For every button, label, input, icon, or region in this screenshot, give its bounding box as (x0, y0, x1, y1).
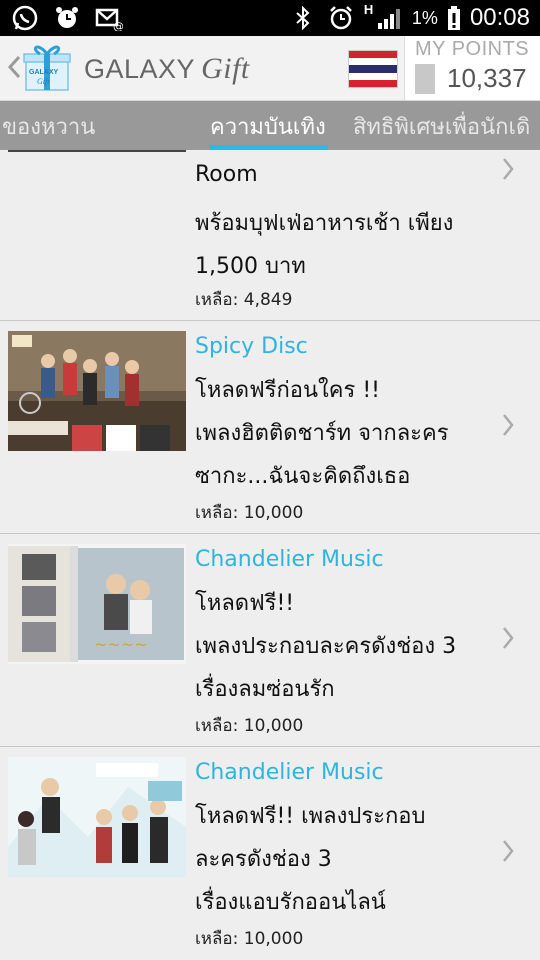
item-desc-line: 1,500 บาท (195, 254, 306, 279)
item-desc-line: เพลงประกอบละครดังช่อง 3 (195, 634, 457, 659)
list-item[interactable]: Chandelier Music โหลดฟรี!! เพลงประกอบ ละ… (0, 746, 540, 960)
item-desc-line: เพลงฮิตติดชาร์ท จากละคร (195, 421, 449, 446)
item-remaining: เหลือ: 10,000 (195, 929, 304, 949)
item-remaining: เหลือ: 4,849 (195, 290, 293, 310)
my-points-box[interactable]: MY POINTS 10,337 (404, 36, 540, 100)
list-item[interactable]: Room พร้อมบุฟเฟ่อาหารเช้า เพียง 1,500 บา… (0, 150, 540, 321)
item-desc-line: เรื่องแอบรักออนไลน์ (195, 890, 386, 915)
tab-entertainment[interactable]: ความบันเทิง (210, 109, 326, 144)
clock-time: 00:08 (469, 4, 530, 31)
item-desc-line: โหลดฟรี!! เพลงประกอบ (195, 804, 426, 829)
item-brand: Spicy Disc (195, 334, 308, 359)
battery-percent: 1% (411, 7, 438, 28)
chevron-right-icon (503, 627, 514, 649)
status-bar: @ H 1% 00:08 (0, 0, 540, 36)
chevron-right-icon (503, 840, 514, 862)
category-tabs: ของหวาน ความบันเทิง สิทธิพิเศษเพื่อนักเด… (0, 101, 540, 150)
item-desc-line: ซากะ...ฉันจะคิดถึงเธอ (195, 464, 411, 489)
app-brand-title: GALAXY Gift (84, 52, 250, 85)
item-remaining: เหลือ: 10,000 (195, 716, 304, 736)
gift-box-logo: GALAXY Gift (23, 45, 71, 91)
item-brand: Chandelier Music (195, 760, 384, 785)
chevron-right-icon (503, 158, 514, 180)
spicy-disc-thumbnail (8, 331, 186, 451)
item-desc-line: Room (195, 162, 258, 187)
chandelier-music-thumbnail (8, 757, 186, 877)
chevron-right-icon (503, 414, 514, 436)
points-bar (415, 64, 435, 94)
alarm-icon (52, 4, 82, 32)
chandelier-music-thumbnail: ~~~~ (8, 544, 186, 664)
email-icon: @ (94, 4, 124, 32)
list-item[interactable]: ~~~~ Chandelier Music โหลดฟรี!! เพลงประก… (0, 533, 540, 747)
item-desc-line: เรื่องลมซ่อนรัก (195, 677, 335, 702)
gift-list: Room พร้อมบุฟเฟ่อาหารเช้า เพียง 1,500 บา… (0, 150, 540, 960)
battery-icon (446, 4, 462, 32)
item-desc-line: พร้อมบุฟเฟ่อาหารเช้า เพียง (195, 211, 454, 236)
points-label: MY POINTS (415, 38, 530, 60)
bluetooth-icon (288, 4, 318, 32)
item-desc-line: ละครดังช่อง 3 (195, 847, 332, 872)
item-remaining: เหลือ: 10,000 (195, 503, 304, 523)
item-brand: Chandelier Music (195, 547, 384, 572)
whatsapp-icon (10, 4, 40, 32)
svg-text:@: @ (113, 20, 123, 31)
item-desc-line: โหลดฟรี!! (195, 591, 295, 616)
tab-desserts[interactable]: ของหวาน (2, 109, 95, 144)
thailand-flag-icon[interactable] (348, 50, 398, 88)
svg-text:Gift: Gift (37, 77, 50, 86)
svg-text:~~~~: ~~~~ (94, 635, 148, 654)
svg-text:GALAXY: GALAXY (29, 69, 59, 76)
alarm-clock-icon (326, 4, 356, 32)
tab-student-privileges[interactable]: สิทธิพิเศษเพื่อนักเดิ (353, 109, 530, 144)
points-value: 10,337 (447, 63, 527, 93)
item-desc-line: โหลดฟรีก่อนใคร !! (195, 378, 380, 403)
list-item[interactable]: Spicy Disc โหลดฟรีก่อนใคร !! เพลงฮิตติดช… (0, 320, 540, 534)
signal-icon: H (364, 2, 404, 32)
item-thumbnail (8, 150, 186, 152)
